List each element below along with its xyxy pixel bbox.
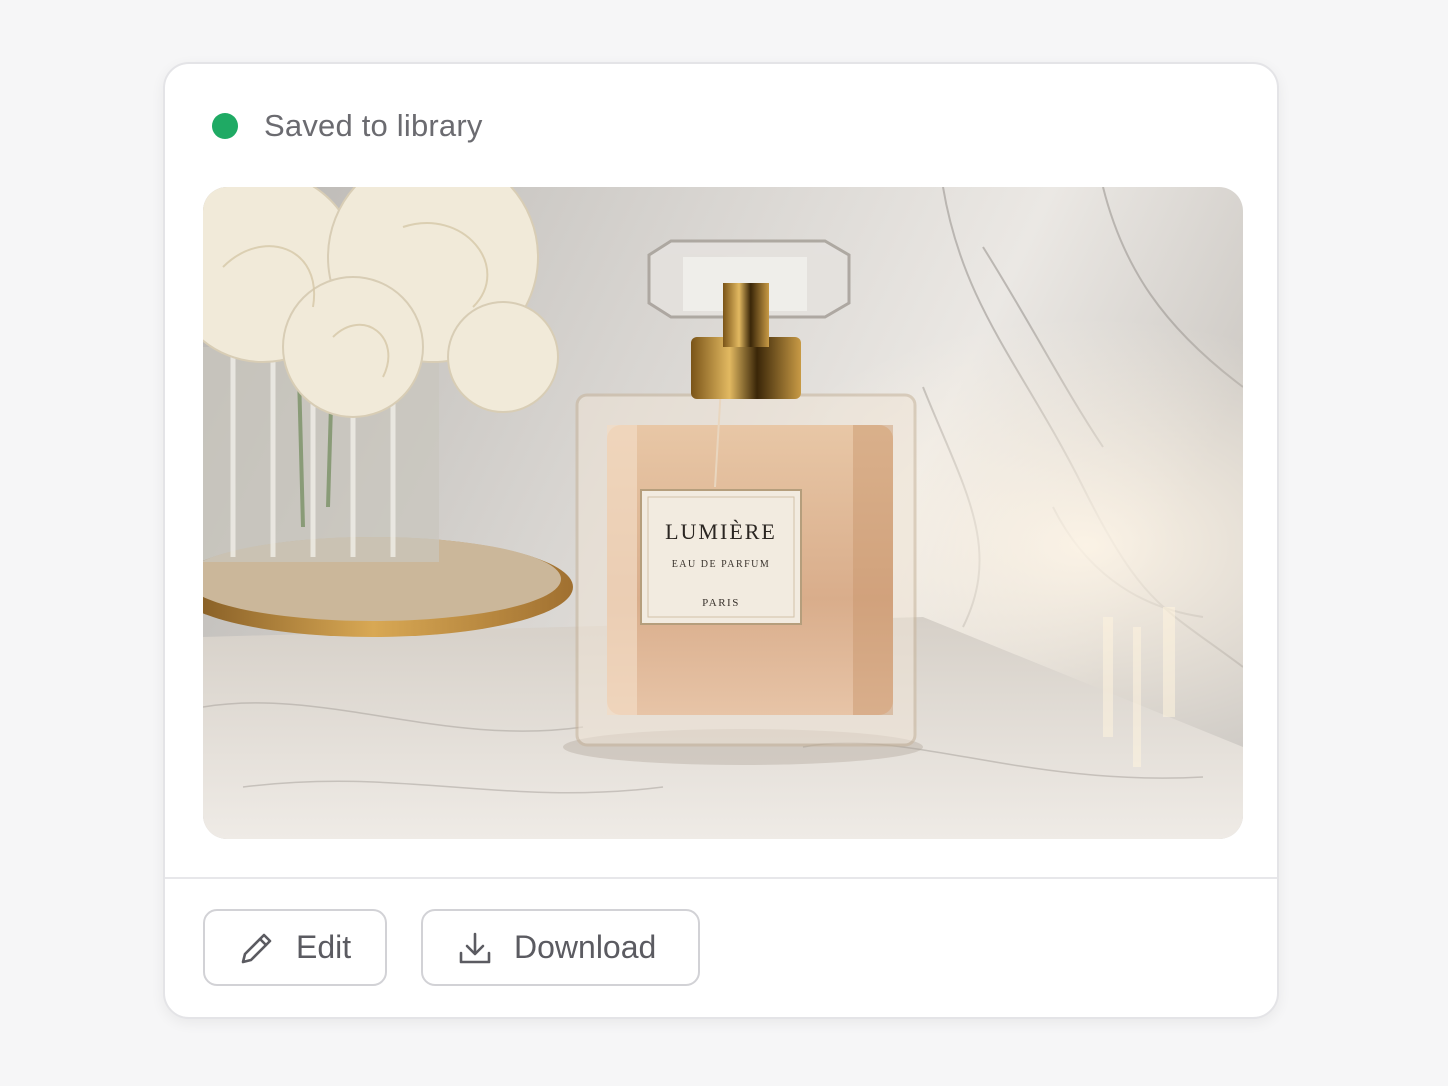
- card-divider: [165, 877, 1277, 879]
- image-result-card: Saved to library LUMIÈRE EAU DE PARFUM P…: [163, 62, 1279, 1019]
- download-button[interactable]: Download: [421, 909, 700, 986]
- status-dot-icon: [212, 113, 238, 139]
- pencil-icon: [238, 929, 276, 967]
- bottle-city-text: PARIS: [702, 597, 740, 609]
- bottle-brand-text: LUMIÈRE: [665, 519, 777, 544]
- card-actions: Edit Download: [203, 909, 700, 986]
- edit-button-label: Edit: [296, 929, 352, 965]
- download-button-label: Download: [514, 929, 657, 965]
- edit-button[interactable]: Edit: [203, 909, 387, 986]
- bottle-type-text: EAU DE PARFUM: [672, 559, 771, 570]
- save-status: Saved to library: [212, 106, 483, 146]
- status-text: Saved to library: [264, 108, 483, 143]
- generated-image[interactable]: LUMIÈRE EAU DE PARFUM PARIS: [203, 187, 1243, 839]
- download-icon: [456, 929, 494, 967]
